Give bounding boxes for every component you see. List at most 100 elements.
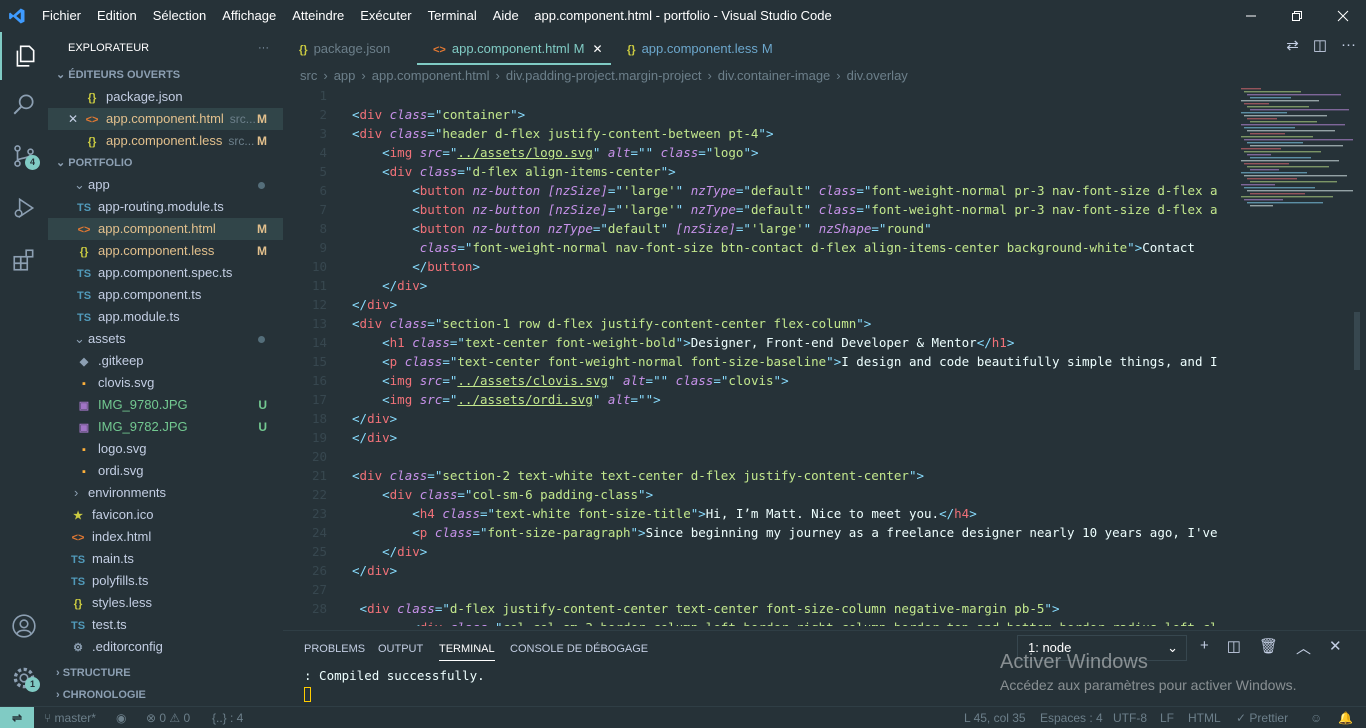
extensions-icon[interactable] bbox=[0, 236, 48, 284]
breadcrumb-item[interactable]: app.component.html bbox=[372, 68, 490, 83]
folder-name: assets bbox=[88, 331, 126, 346]
editor-scrollbar[interactable] bbox=[1354, 312, 1360, 370]
breadcrumb-item[interactable]: div.padding-project.margin-project bbox=[506, 68, 702, 83]
open-editor-item[interactable]: {} package.json bbox=[48, 86, 283, 108]
file-item[interactable]: TS app-routing.module.ts bbox=[48, 196, 283, 218]
minimap[interactable] bbox=[1237, 86, 1355, 226]
remote-icon[interactable]: ⇌ bbox=[0, 707, 34, 728]
menu-item[interactable]: Edition bbox=[89, 0, 145, 32]
panel-tab[interactable]: OUTPUT bbox=[378, 639, 423, 661]
menu-item[interactable]: Aide bbox=[485, 0, 527, 32]
kill-terminal-icon[interactable]: 🗑 bbox=[1259, 637, 1278, 658]
source-control-icon[interactable]: 4 bbox=[0, 132, 48, 180]
file-item[interactable]: ◆ .gitkeep bbox=[48, 350, 283, 372]
problems-indicator[interactable]: ⊗ 0 ⚠ 0 bbox=[146, 707, 190, 728]
file-item[interactable]: TS polyfills.ts bbox=[48, 570, 283, 592]
file-item[interactable]: TS app.module.ts bbox=[48, 306, 283, 328]
file-item[interactable]: ▣ IMG_9780.JPG U bbox=[48, 394, 283, 416]
settings-gear-icon[interactable]: 1 bbox=[0, 654, 48, 702]
file-name: package.json bbox=[106, 89, 183, 104]
new-terminal-icon[interactable]: + bbox=[1200, 637, 1209, 658]
language-mode[interactable]: HTML bbox=[1188, 707, 1221, 728]
line-ending[interactable]: LF bbox=[1160, 707, 1174, 728]
file-item[interactable]: <> app.component.html M bbox=[48, 218, 283, 240]
open-editors-section[interactable]: ⌄ ÉDITEURS OUVERTS bbox=[48, 64, 283, 86]
split-terminal-icon[interactable]: ◫ bbox=[1227, 637, 1241, 658]
eye-icon[interactable]: ◉ bbox=[116, 707, 126, 728]
indentation[interactable]: Espaces : 4 bbox=[1040, 707, 1103, 728]
close-panel-icon[interactable]: ✕ bbox=[1329, 637, 1342, 658]
file-item[interactable]: ⚙ .editorconfig bbox=[48, 636, 283, 658]
breadcrumb-item[interactable]: src bbox=[300, 68, 317, 83]
timeline-section[interactable]: › CHRONOLOGIE bbox=[48, 684, 283, 706]
file-type-icon: TS bbox=[70, 576, 86, 588]
minimap-line bbox=[1244, 163, 1289, 165]
more-actions-icon[interactable]: ··· bbox=[1341, 36, 1356, 54]
folder-item[interactable]: ⌄ assets bbox=[48, 328, 283, 350]
terminal-output[interactable]: : Compiled successfully. bbox=[304, 668, 485, 683]
vscode-logo-icon[interactable] bbox=[0, 0, 34, 32]
editor-tab[interactable]: {} app.component.less M bbox=[611, 32, 783, 65]
split-editor-icon[interactable]: ◫ bbox=[1313, 36, 1327, 54]
more-actions-icon[interactable]: ··· bbox=[258, 32, 269, 64]
close-icon[interactable] bbox=[1320, 0, 1366, 32]
file-item[interactable]: {} styles.less bbox=[48, 592, 283, 614]
open-changes-icon[interactable]: ⇄ bbox=[1286, 36, 1299, 54]
editor-tab[interactable]: <> app.component.html M ✕ bbox=[417, 32, 611, 65]
run-debug-icon[interactable] bbox=[0, 184, 48, 232]
close-tab-icon[interactable]: ✕ bbox=[593, 42, 603, 56]
file-type-icon: <> bbox=[85, 114, 99, 126]
file-item[interactable]: TS main.ts bbox=[48, 548, 283, 570]
account-icon[interactable] bbox=[0, 602, 48, 650]
breadcrumb-item[interactable]: div.overlay bbox=[847, 68, 908, 83]
notifications-icon[interactable]: 🔔 bbox=[1338, 707, 1353, 728]
explorer-icon[interactable] bbox=[0, 32, 48, 80]
breadcrumb-item[interactable]: app bbox=[334, 68, 356, 83]
file-item[interactable]: ▣ IMG_9782.JPG U bbox=[48, 416, 283, 438]
breadcrumb-item[interactable]: div.container-image bbox=[718, 68, 830, 83]
code-editor[interactable]: <div class="container"> <div class="heade… bbox=[352, 86, 1232, 626]
menu-item[interactable]: Affichage bbox=[214, 0, 284, 32]
menu-item[interactable]: Terminal bbox=[420, 0, 485, 32]
structure-section[interactable]: › STRUCTURE bbox=[48, 662, 283, 684]
file-item[interactable]: TS app.component.spec.ts bbox=[48, 262, 283, 284]
panel-tab[interactable]: TERMINAL bbox=[439, 639, 495, 661]
file-item[interactable]: {} app.component.less M bbox=[48, 240, 283, 262]
cursor-position[interactable]: L 45, col 35 bbox=[964, 707, 1026, 728]
branch-indicator[interactable]: ⑂ master* bbox=[44, 707, 96, 728]
file-item[interactable]: ▪ ordi.svg bbox=[48, 460, 283, 482]
menu-item[interactable]: Atteindre bbox=[284, 0, 352, 32]
search-icon[interactable] bbox=[0, 80, 48, 128]
open-editor-item[interactable]: ✕ <> app.component.html src... M bbox=[48, 108, 283, 130]
menu-item[interactable]: Fichier bbox=[34, 0, 89, 32]
feedback-icon[interactable]: ☺ bbox=[1310, 707, 1322, 728]
minimize-icon[interactable] bbox=[1228, 0, 1274, 32]
project-section[interactable]: ⌄ PORTFOLIO bbox=[48, 152, 283, 174]
file-item[interactable]: <> index.html bbox=[48, 526, 283, 548]
file-name: logo.svg bbox=[98, 441, 147, 456]
minimap-line bbox=[1244, 187, 1315, 189]
file-item[interactable]: TS app.component.ts bbox=[48, 284, 283, 306]
modified-dot bbox=[258, 182, 265, 189]
minimap-line bbox=[1241, 148, 1281, 150]
braces-indicator[interactable]: {..} : 4 bbox=[212, 707, 243, 728]
file-item[interactable]: ▪ logo.svg bbox=[48, 438, 283, 460]
menu-item[interactable]: Exécuter bbox=[352, 0, 419, 32]
line-number: 15 bbox=[311, 354, 327, 369]
panel-tab[interactable]: PROBLEMS bbox=[304, 639, 365, 661]
restore-icon[interactable] bbox=[1274, 0, 1320, 32]
open-editor-item[interactable]: {} app.component.less src... M bbox=[48, 130, 283, 152]
prettier-status[interactable]: ✓ Prettier bbox=[1236, 707, 1288, 728]
folder-item[interactable]: › environments bbox=[48, 482, 283, 504]
encoding[interactable]: UTF-8 bbox=[1113, 707, 1147, 728]
editor-tab[interactable]: {} package.json bbox=[283, 32, 417, 65]
close-icon[interactable]: ✕ bbox=[68, 108, 78, 130]
file-item[interactable]: ▪ clovis.svg bbox=[48, 372, 283, 394]
panel-tab[interactable]: CONSOLE DE DÉBOGAGE bbox=[510, 639, 648, 661]
file-item[interactable]: TS test.ts bbox=[48, 614, 283, 636]
chevron-down-icon: ⌄ bbox=[74, 331, 85, 346]
maximize-panel-icon[interactable]: ︿ bbox=[1296, 637, 1311, 658]
folder-item[interactable]: ⌄ app bbox=[48, 174, 283, 196]
menu-item[interactable]: Sélection bbox=[145, 0, 214, 32]
file-item[interactable]: ★ favicon.ico bbox=[48, 504, 283, 526]
